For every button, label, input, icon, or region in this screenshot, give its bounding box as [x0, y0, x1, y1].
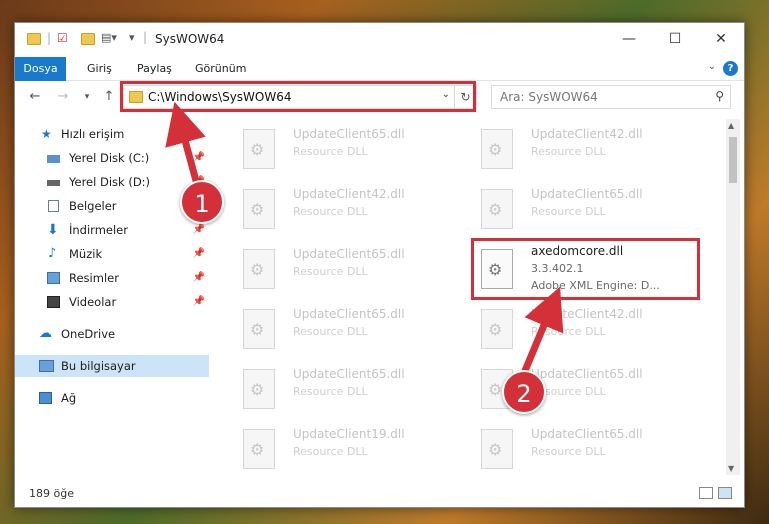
- callout-badge-2: 2: [502, 370, 546, 414]
- callout-badge-1: 1: [180, 180, 224, 224]
- arrow-2: [518, 286, 564, 380]
- arrow-1: [165, 101, 206, 189]
- callout-arrows: [165, 101, 564, 380]
